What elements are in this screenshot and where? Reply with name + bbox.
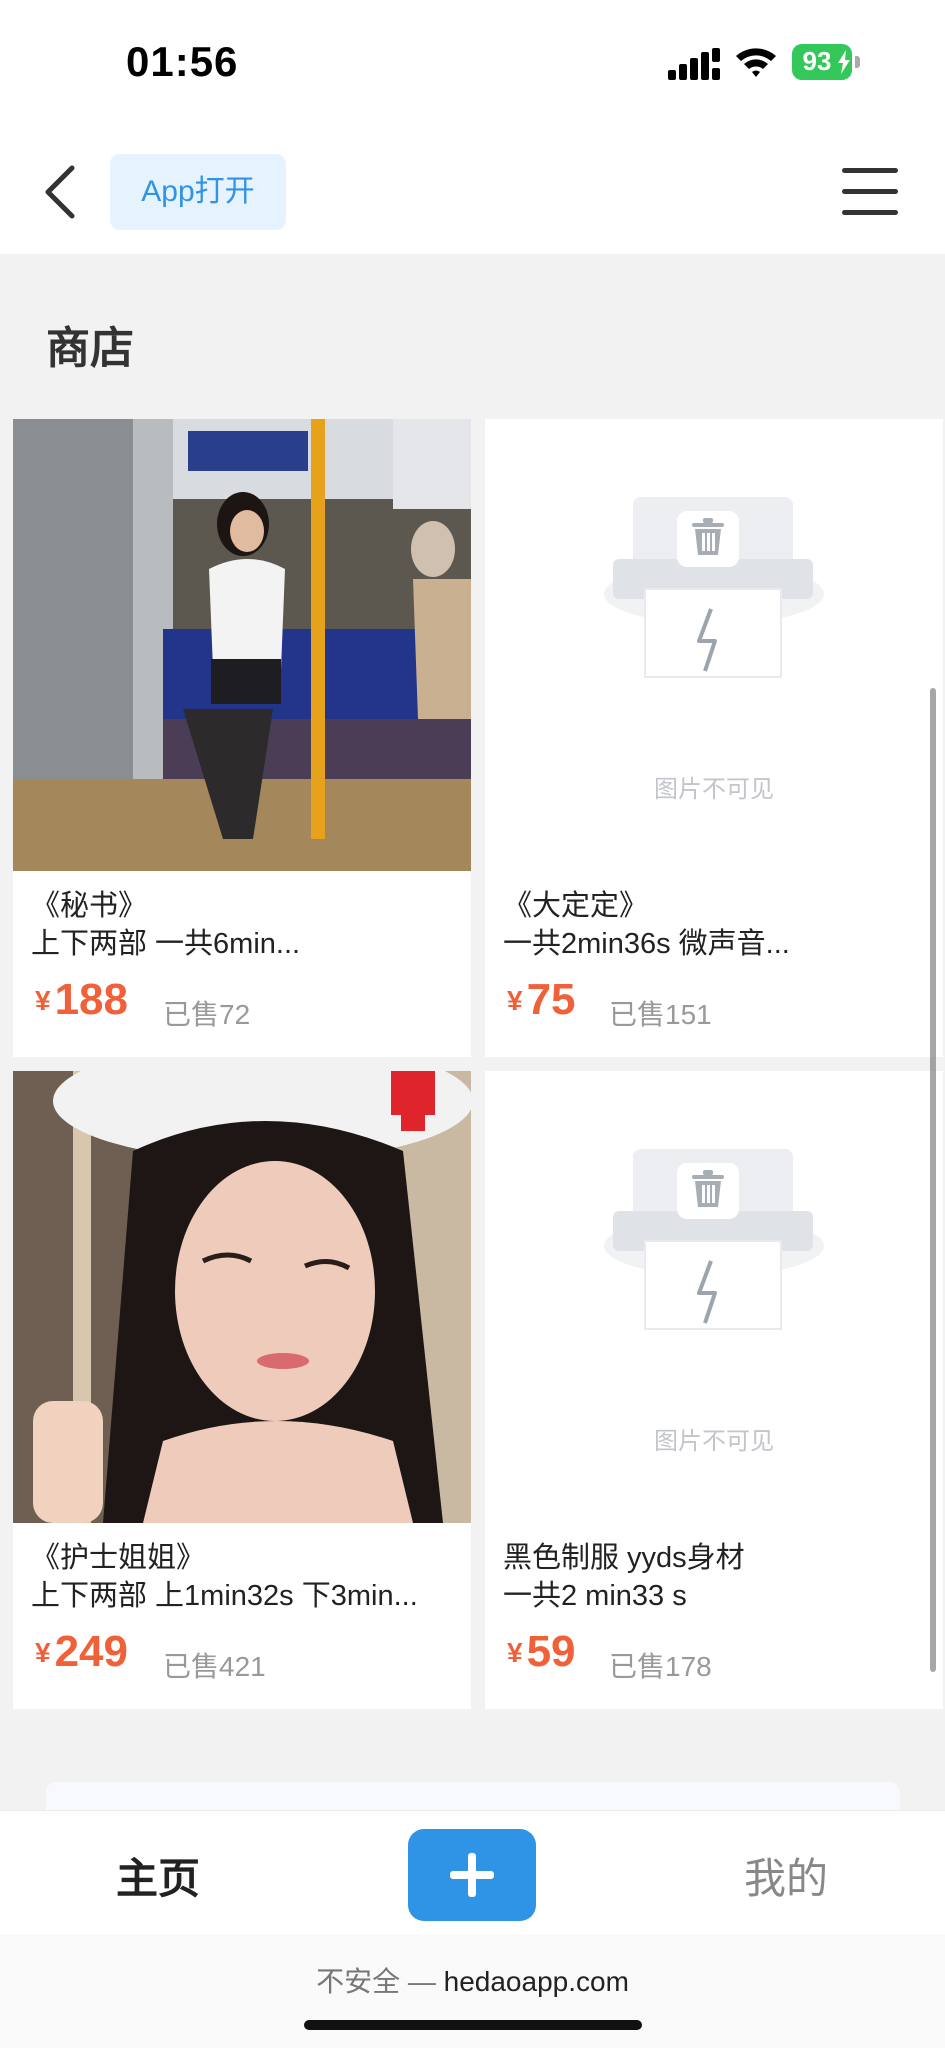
browser-url-bar[interactable]: 不安全 — hedaoapp.com	[0, 1934, 945, 2048]
product-image	[13, 419, 471, 871]
url-domain: hedaoapp.com	[443, 1966, 629, 1997]
image-unavailable-caption: 图片不可见	[654, 1428, 774, 1455]
wifi-icon	[736, 48, 776, 77]
plus-icon	[450, 1853, 494, 1897]
product-title-line2: 上下两部 上1min32s 下3min...	[31, 1580, 418, 1612]
battery-charging-icon: 93	[792, 44, 862, 82]
open-in-app-button[interactable]: App打开	[110, 154, 286, 230]
image-unavailable-placeholder: 图片不可见	[485, 419, 943, 871]
hamburger-menu-icon	[842, 168, 898, 215]
currency-symbol: ¥	[35, 985, 51, 1016]
bottom-tab-bar: 主页 我的	[0, 1810, 945, 1935]
url-display[interactable]: 不安全 — hedaoapp.com	[0, 1960, 945, 2000]
menu-button[interactable]	[838, 162, 904, 222]
sold-count: 已售178	[609, 1651, 712, 1682]
product-card[interactable]: 图片不可见 《大定定》 一共2min36s 微声音... ¥75 已售151	[485, 419, 943, 1057]
product-price: ¥249	[35, 1627, 128, 1677]
price-amount: 59	[526, 1627, 576, 1676]
image-unavailable-caption: 图片不可见	[654, 776, 774, 803]
insecure-label: 不安全 —	[316, 1966, 436, 1997]
cellular-signal-icon	[668, 48, 720, 80]
currency-symbol: ¥	[507, 985, 523, 1016]
price-amount: 188	[54, 975, 128, 1024]
sold-count: 已售421	[163, 1651, 266, 1682]
back-button[interactable]	[36, 160, 86, 224]
product-title-line2: 一共2min36s 微声音...	[503, 928, 790, 960]
product-title-line1: 《大定定》	[503, 890, 649, 922]
top-nav: App打开	[0, 130, 945, 254]
product-title: 黑色制服 yyds身材 一共2 min33 s	[503, 1539, 923, 1615]
product-title: 《秘书》 上下两部 一共6min...	[31, 887, 451, 963]
product-card[interactable]: 图片不可见 黑色制服 yyds身材 一共2 min33 s ¥59 已售178	[485, 1071, 943, 1709]
product-card[interactable]: 《护士姐姐》 上下两部 上1min32s 下3min... ¥249 已售421	[13, 1071, 471, 1709]
product-title-line1: 《护士姐姐》	[31, 1542, 206, 1574]
scrollbar[interactable]	[930, 688, 936, 1672]
product-image	[13, 1071, 471, 1523]
tab-mine[interactable]: 我的	[744, 1845, 828, 1906]
home-indicator[interactable]	[304, 2020, 642, 2030]
product-title-line1: 黑色制服 yyds身材	[503, 1542, 745, 1574]
product-title-line2: 上下两部 一共6min...	[31, 928, 301, 960]
product-price: ¥59	[507, 1627, 576, 1677]
price-amount: 75	[526, 975, 576, 1024]
product-price: ¥188	[35, 975, 128, 1025]
battery-percent: 93	[802, 46, 832, 76]
sold-count: 已售151	[609, 999, 712, 1030]
tab-home[interactable]: 主页	[116, 1845, 200, 1906]
product-title-line2: 一共2 min33 s	[503, 1580, 687, 1612]
page-title: 商店	[46, 324, 134, 373]
currency-symbol: ¥	[507, 1637, 523, 1668]
add-button[interactable]	[408, 1829, 536, 1921]
chevron-left-icon	[45, 165, 75, 219]
sold-count: 已售72	[163, 999, 251, 1030]
product-title-line1: 《秘书》	[31, 890, 148, 922]
product-card[interactable]: 《秘书》 上下两部 一共6min... ¥188 已售72	[13, 419, 471, 1057]
image-unavailable-placeholder: 图片不可见	[485, 1071, 943, 1523]
status-bar: 01:56 93	[0, 0, 945, 130]
price-amount: 249	[54, 1627, 128, 1676]
product-title: 《护士姐姐》 上下两部 上1min32s 下3min...	[31, 1539, 451, 1615]
status-time: 01:56	[126, 38, 239, 85]
currency-symbol: ¥	[35, 1637, 51, 1668]
product-price: ¥75	[507, 975, 576, 1025]
product-title: 《大定定》 一共2min36s 微声音...	[503, 887, 923, 963]
